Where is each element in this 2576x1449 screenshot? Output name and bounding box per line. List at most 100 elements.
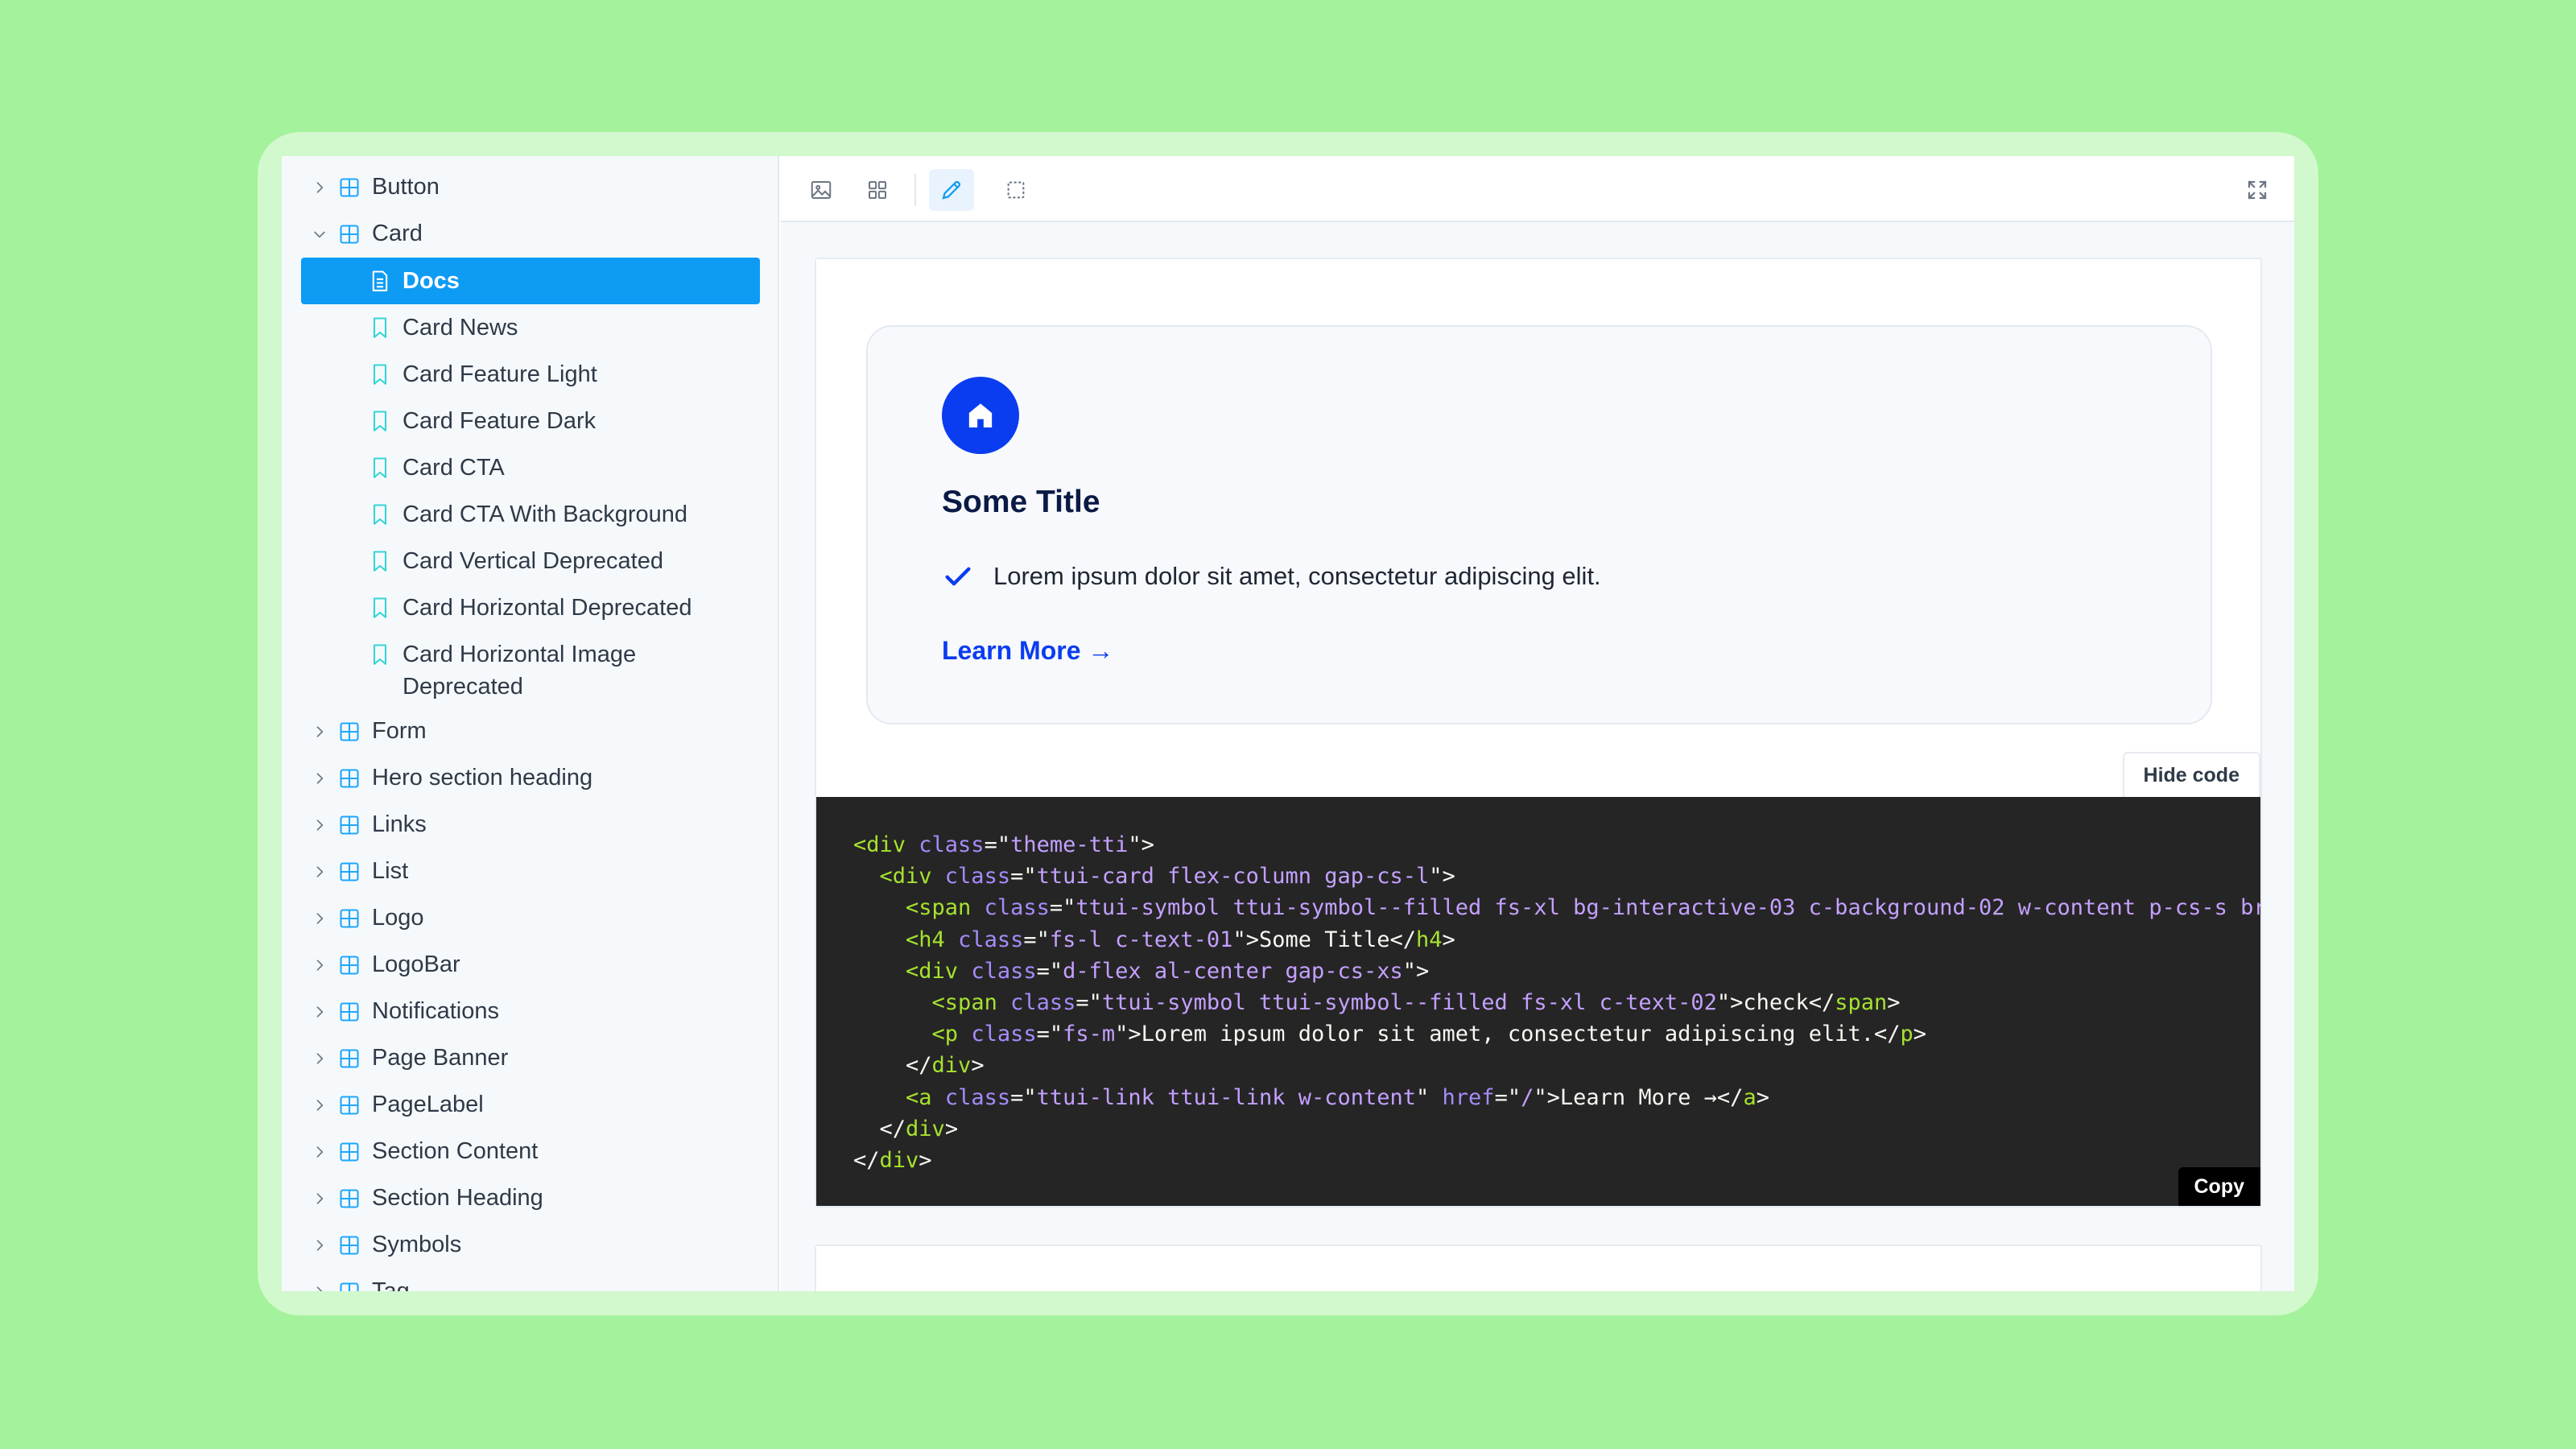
- chevron-right-icon[interactable]: [311, 910, 328, 927]
- code-token: >: [944, 1116, 959, 1141]
- learn-more-link[interactable]: Learn More →: [942, 636, 1113, 666]
- code-line: <a class="ttui-link ttui-link w-content"…: [853, 1082, 2260, 1113]
- sidebar-item-docs[interactable]: Docs: [301, 258, 760, 304]
- chevron-right-icon[interactable]: [311, 1283, 328, 1291]
- grid-icon[interactable]: [855, 169, 900, 211]
- sidebar-group-logo[interactable]: Logo: [282, 895, 778, 942]
- sidebar-group-notifications[interactable]: Notifications: [282, 989, 778, 1035]
- code-token: span: [1835, 990, 1888, 1016]
- card-list-text: Lorem ipsum dolor sit amet, consectetur …: [993, 562, 1601, 590]
- code-token: =": [984, 832, 1011, 857]
- chevron-right-icon[interactable]: [311, 1143, 328, 1161]
- hide-code-button[interactable]: Hide code: [2122, 752, 2260, 797]
- sidebar-group-card[interactable]: Card: [282, 211, 778, 258]
- sidebar-group-hero-section-heading[interactable]: Hero section heading: [282, 755, 778, 802]
- code-token: ">Lorem ipsum dolor sit amet, consectetu…: [1115, 1022, 1901, 1047]
- bookmark-icon: [369, 642, 391, 667]
- component-icon: [338, 1281, 361, 1291]
- bookmark-icon: [369, 456, 391, 480]
- code-token: class: [944, 1084, 1011, 1110]
- sidebar-group-label: PageLabel: [372, 1092, 484, 1117]
- sidebar-group-links[interactable]: Links: [282, 802, 778, 848]
- sidebar-group-list[interactable]: List: [282, 848, 778, 895]
- sidebar-item-card-vertical-deprecated[interactable]: Card Vertical Deprecated: [282, 538, 778, 584]
- chevron-right-icon[interactable]: [311, 1236, 328, 1254]
- code-token: =": [1049, 895, 1076, 921]
- check-icon: [945, 567, 971, 586]
- sidebar-item-card-feature-dark[interactable]: Card Feature Dark: [282, 398, 778, 444]
- component-icon: [338, 176, 361, 199]
- code-token: d-flex al-center gap-cs-xs: [1063, 958, 1403, 984]
- chevron-right-icon[interactable]: [311, 816, 328, 834]
- sidebar-group-logobar[interactable]: LogoBar: [282, 942, 778, 989]
- code-line: <div class="theme-tti">: [853, 829, 2260, 861]
- sidebar-item-card-horizontal-image-deprecated[interactable]: Card Horizontal Image Deprecated: [282, 631, 778, 708]
- code-token: <div: [906, 958, 972, 984]
- chevron-right-icon[interactable]: [311, 723, 328, 741]
- sidebar-item-card-cta-with-background[interactable]: Card CTA With Background: [282, 491, 778, 538]
- code-token: ">: [1128, 832, 1154, 857]
- sidebar-group-symbols[interactable]: Symbols: [282, 1222, 778, 1269]
- code-token: <span: [906, 895, 985, 921]
- chevron-right-icon[interactable]: [311, 179, 328, 196]
- code-token: ttui-link ttui-link w-content: [1036, 1084, 1417, 1110]
- sidebar-item-card-cta[interactable]: Card CTA: [282, 444, 778, 491]
- sidebar-item-card-horizontal-deprecated[interactable]: Card Horizontal Deprecated: [282, 584, 778, 631]
- pencil-icon[interactable]: [929, 169, 974, 211]
- chevron-right-icon[interactable]: [311, 1003, 328, 1021]
- code-token: >: [1442, 927, 1455, 952]
- component-icon: [338, 1001, 361, 1023]
- copy-button[interactable]: Copy: [2178, 1167, 2260, 1206]
- bookmark-icon: [369, 316, 391, 340]
- component-icon: [338, 814, 361, 836]
- sidebar-group-label: Button: [372, 174, 440, 200]
- sidebar-group-pagelabel[interactable]: PageLabel: [282, 1082, 778, 1129]
- code-line: <p class="fs-m">Lorem ipsum dolor sit am…: [853, 1018, 2260, 1050]
- sidebar-item-label: Card Feature Light: [402, 361, 597, 387]
- code-token: =": [1023, 927, 1050, 952]
- code-token: </: [853, 1148, 880, 1174]
- outline-icon[interactable]: [993, 169, 1038, 211]
- sidebar-group-label: Section Content: [372, 1138, 539, 1164]
- sidebar-group-label: Hero section heading: [372, 765, 593, 791]
- code-token: theme-tti: [1010, 832, 1129, 857]
- image-icon[interactable]: [799, 169, 844, 211]
- chevron-right-icon[interactable]: [311, 1190, 328, 1208]
- sidebar-item-card-feature-light[interactable]: Card Feature Light: [282, 351, 778, 398]
- code-token: </: [853, 1053, 932, 1079]
- chevron-right-icon[interactable]: [311, 956, 328, 974]
- code-token: ": [1416, 1084, 1443, 1110]
- code-line: </div>: [853, 1113, 2260, 1145]
- component-icon: [338, 1187, 361, 1210]
- sidebar-group-section-content[interactable]: Section Content: [282, 1129, 778, 1175]
- code-token: class: [971, 1022, 1037, 1047]
- chevron-right-icon[interactable]: [311, 1050, 328, 1067]
- sidebar-group-page-banner[interactable]: Page Banner: [282, 1035, 778, 1082]
- fullscreen-icon[interactable]: [2235, 169, 2280, 211]
- code-line: <span class="ttui-symbol ttui-symbol--fi…: [853, 892, 2260, 923]
- sidebar: Button Card Docs Card News Card Feature Ligh…: [282, 156, 779, 1291]
- sidebar-group-label: LogoBar: [372, 952, 460, 977]
- chevron-right-icon[interactable]: [311, 770, 328, 787]
- story-preview: Some Title Lorem ipsum dolor sit amet, c…: [816, 259, 2260, 797]
- code-token: class: [1010, 990, 1076, 1016]
- chevron-right-icon[interactable]: [311, 863, 328, 881]
- sidebar-item-label: Card CTA With Background: [402, 502, 688, 527]
- code-token: <span: [931, 990, 1011, 1016]
- component-icon: [338, 1141, 361, 1163]
- storybook-window: Button Card Docs Card News Card Feature Ligh…: [282, 156, 2294, 1291]
- sidebar-group-form[interactable]: Form: [282, 708, 778, 755]
- chevron-right-icon[interactable]: [311, 1096, 328, 1114]
- code-token: >: [971, 1053, 985, 1079]
- code-line: <div class="ttui-card flex-column gap-cs…: [853, 861, 2260, 892]
- sidebar-group-section-heading[interactable]: Section Heading: [282, 1175, 778, 1222]
- sidebar-item-card-news[interactable]: Card News: [282, 304, 778, 351]
- sidebar-group-tag[interactable]: Tag: [282, 1269, 778, 1291]
- sidebar-group-button[interactable]: Button: [282, 164, 778, 211]
- chevron-down-icon[interactable]: [311, 225, 328, 243]
- code-token: =": [1010, 864, 1037, 890]
- component-icon: [338, 954, 361, 976]
- code-token: <div: [853, 832, 919, 857]
- code-token: class: [958, 927, 1024, 952]
